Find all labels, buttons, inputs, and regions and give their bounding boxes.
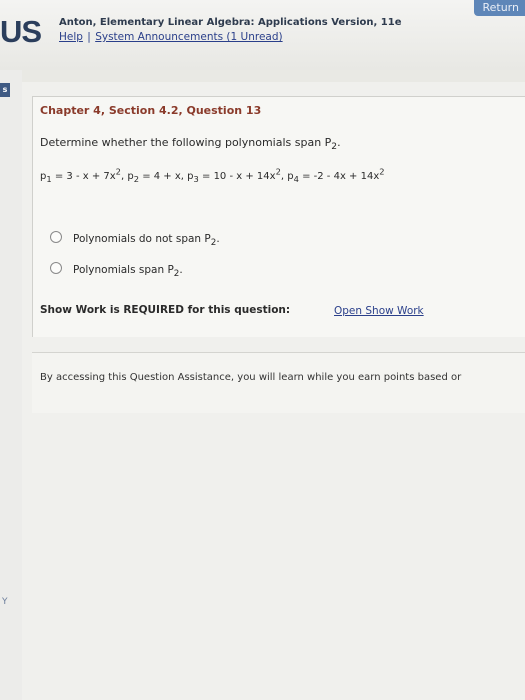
option-end: . (179, 264, 183, 276)
return-link[interactable]: Return (474, 0, 525, 16)
help-link[interactable]: Help (59, 31, 83, 43)
poly-punct: , (280, 171, 285, 183)
course-title: Anton, Elementary Linear Algebra: Applic… (59, 17, 402, 28)
question-box (32, 96, 525, 337)
option-do-not-span[interactable]: Polynomials do not span P2. (50, 231, 220, 248)
link-separator: | (87, 31, 91, 43)
option-span[interactable]: Polynomials span P2. (50, 262, 183, 279)
question-heading: Chapter 4, Section 4.2, Question 13 (40, 104, 262, 117)
brand-logo: US (0, 14, 42, 49)
radio-button[interactable] (50, 262, 62, 274)
poly-punct: , (120, 171, 125, 183)
polynomial-p3: p3 = 10 - x + 14x2, (187, 167, 285, 184)
open-show-work-link[interactable]: Open Show Work (334, 305, 424, 317)
poly-expr: = 3 - x + 7x (51, 171, 116, 183)
sidebar-mark: Y (2, 597, 8, 607)
assistance-text: By accessing this Question Assistance, y… (40, 372, 462, 383)
polynomial-p1: p1 = 3 - x + 7x2, (40, 167, 125, 184)
option-label: Polynomials span P (73, 264, 174, 276)
poly-expr: = 4 + x, (139, 171, 184, 183)
option-end: . (216, 233, 220, 245)
prompt-text: Determine whether the following polynomi… (40, 136, 332, 149)
polynomial-list: p1 = 3 - x + 7x2, p2 = 4 + x, p3 = 10 - … (40, 167, 385, 184)
prompt-end: . (337, 136, 341, 149)
polynomial-p2: p2 = 4 + x, (127, 171, 184, 184)
show-work-required-text: Show Work is REQUIRED for this question: (40, 304, 291, 316)
question-prompt: Determine whether the following polynomi… (40, 136, 341, 152)
radio-button[interactable] (50, 231, 62, 243)
option-label: Polynomials do not span P (73, 233, 211, 245)
poly-expr: = -2 - 4x + 14x (298, 171, 380, 183)
polynomial-p4: p4 = -2 - 4x + 14x2 (287, 167, 384, 184)
poly-expr: = 10 - x + 14x (198, 171, 276, 183)
header-links: Help | System Announcements (1 Unread) (59, 31, 283, 43)
sidebar-tab[interactable]: s (0, 83, 10, 97)
system-announcements-link[interactable]: System Announcements (1 Unread) (95, 31, 282, 43)
poly-exponent: 2 (379, 167, 385, 177)
